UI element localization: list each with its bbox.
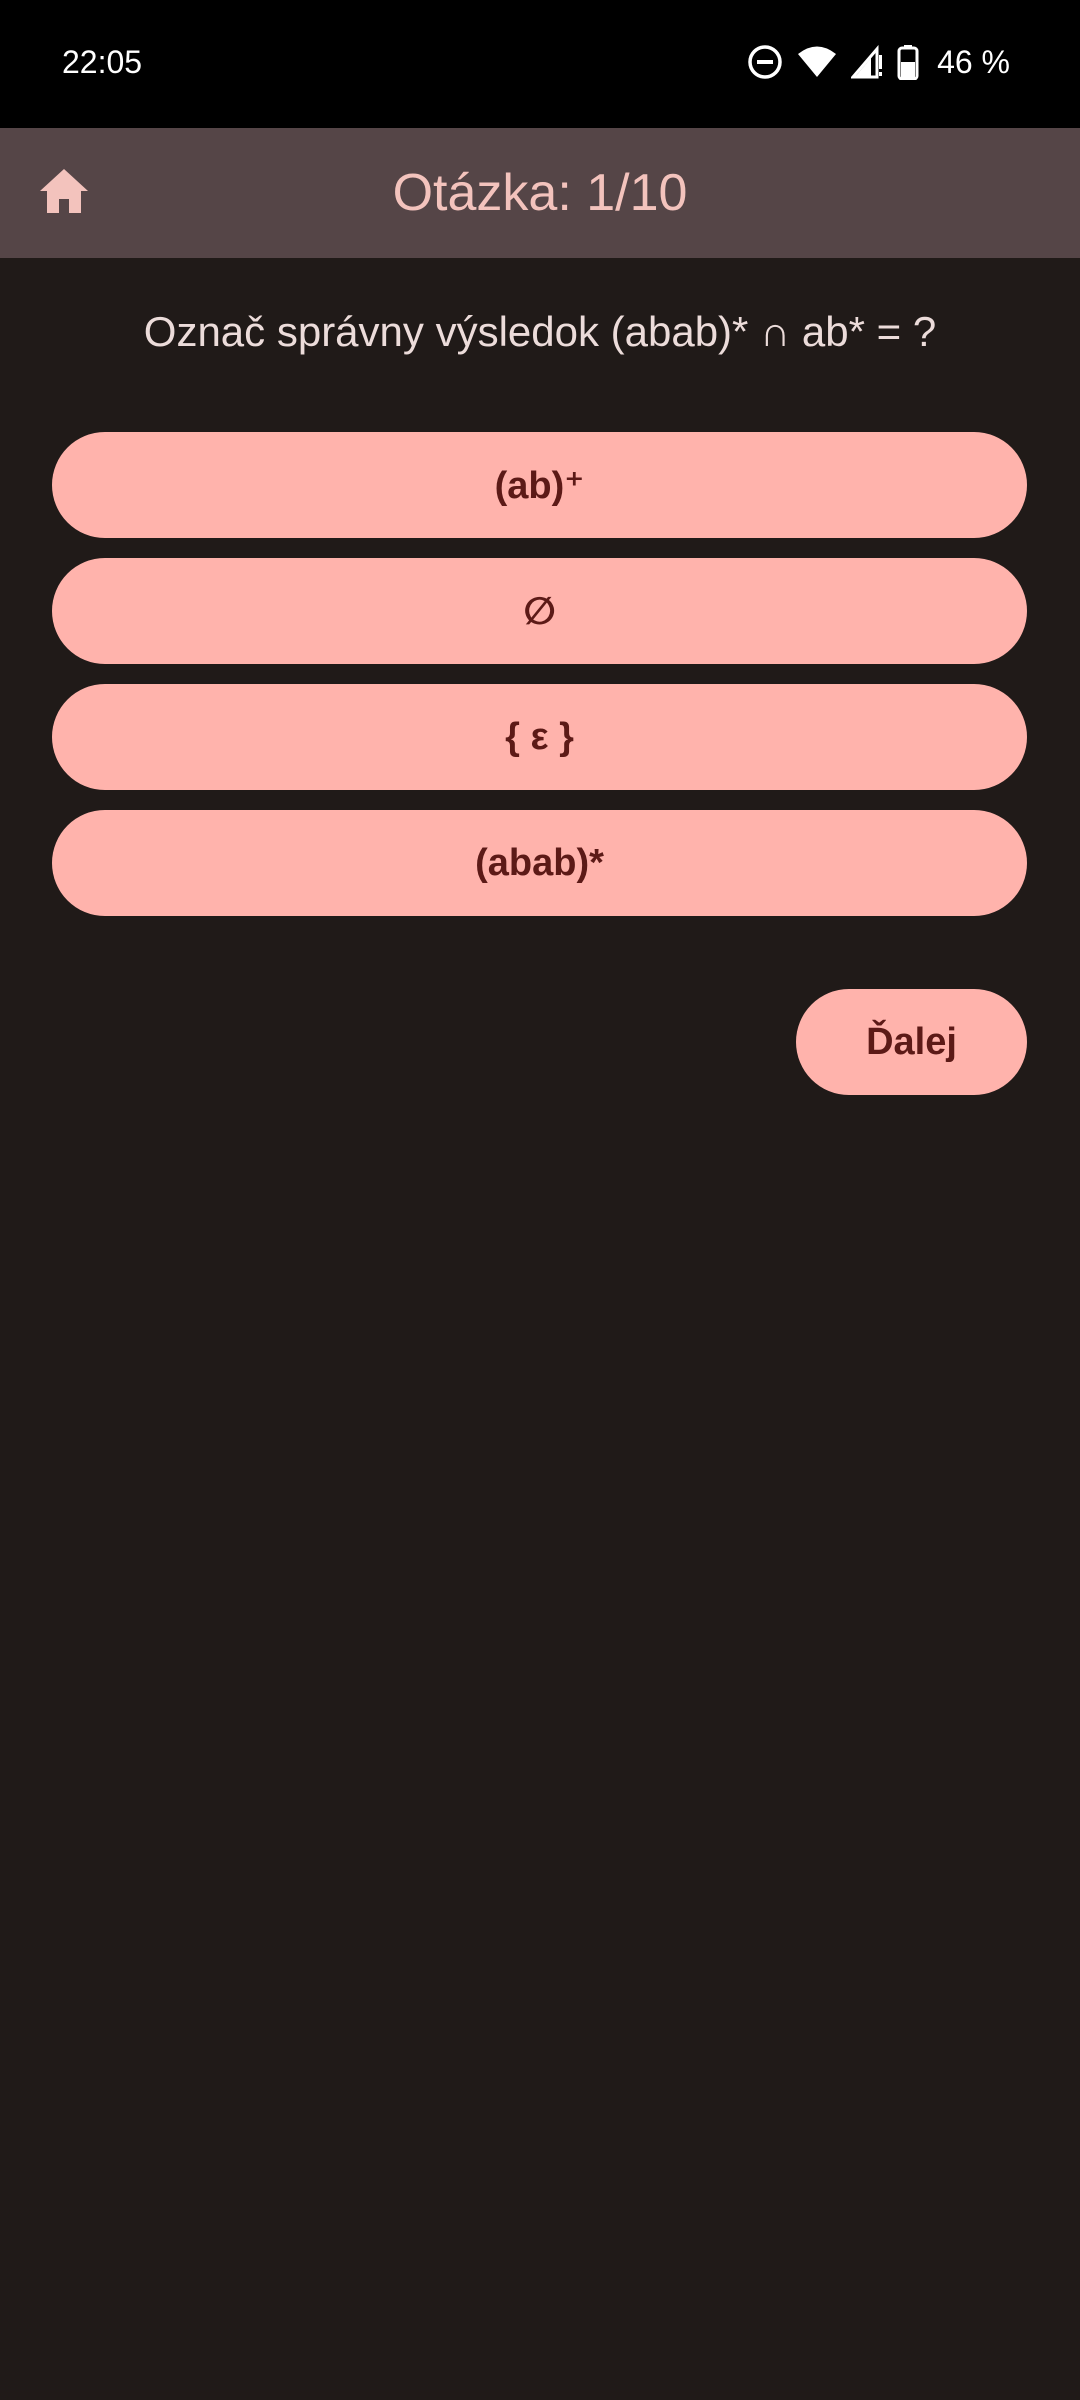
status-icons: 46 % — [747, 40, 1010, 84]
page-title: Otázka: 1/10 — [392, 164, 688, 222]
wifi-icon — [797, 45, 837, 79]
battery-percent: 46 % — [937, 44, 1010, 80]
do-not-disturb-icon — [747, 44, 783, 80]
answer-option-3[interactable]: { ε } — [52, 684, 1027, 790]
answer-option-1[interactable]: (ab)⁺ — [52, 432, 1027, 538]
status-time: 22:05 — [62, 44, 143, 80]
answer-option-2[interactable]: ∅ — [52, 558, 1027, 664]
answer-option-4[interactable]: (abab)* — [52, 810, 1027, 916]
status-bar: 22:05 46 % — [0, 0, 1080, 128]
next-button[interactable]: Ďalej — [796, 989, 1027, 1095]
top-app-bar: Otázka: 1/10 — [0, 128, 1080, 258]
battery-icon — [897, 44, 919, 80]
answer-list: (ab)⁺ ∅ { ε } (abab)* — [52, 432, 1027, 936]
cell-signal-icon — [851, 45, 883, 79]
question-text: Označ správny výsledok (abab)* ∩ ab* = ? — [143, 308, 937, 355]
home-icon — [38, 167, 90, 220]
home-button[interactable] — [32, 161, 96, 225]
